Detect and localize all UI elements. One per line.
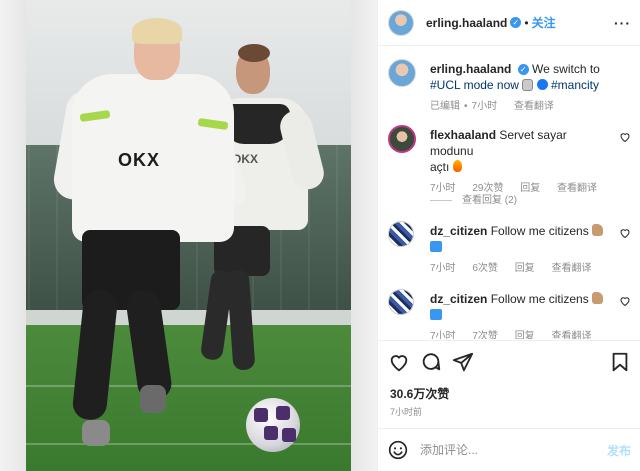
photo-edge-right xyxy=(351,0,377,471)
post-comment-button[interactable]: 发布 xyxy=(607,442,631,459)
comment-icon[interactable] xyxy=(420,351,442,373)
bookmark-icon[interactable] xyxy=(609,351,631,373)
comment-text: Follow me citizens xyxy=(490,292,589,306)
comment-username[interactable]: dz_citizen xyxy=(430,292,487,306)
comment-body: flexhaaland Servet sayar modunu açtı 7小时… xyxy=(430,127,612,197)
comment-text-cont: açtı xyxy=(430,160,450,174)
heart-icon[interactable] xyxy=(619,131,631,143)
see-translation-link[interactable]: 查看翻译 xyxy=(557,183,597,194)
see-translation-link[interactable]: 查看翻译 xyxy=(514,101,554,112)
heart-icon[interactable] xyxy=(619,295,631,307)
separator: • xyxy=(524,15,529,30)
comment-input[interactable] xyxy=(420,443,590,457)
post-header: erling.haaland ✓ • 关注 ··· xyxy=(378,0,640,46)
see-translation-link[interactable]: 查看翻译 xyxy=(551,331,591,339)
author-username[interactable]: erling.haaland xyxy=(426,16,507,30)
caption-hashtag-mancity[interactable]: #mancity xyxy=(551,78,599,92)
comment-meta: 7小时 7次赞 回复 查看翻译 xyxy=(430,329,612,339)
comment-time: 7小时 xyxy=(430,331,456,339)
comment-likes[interactable]: 7次赞 xyxy=(472,331,498,339)
comment-meta: 7小时 6次赞 回复 查看翻译 xyxy=(430,261,612,277)
see-translation-link[interactable]: 查看翻译 xyxy=(551,263,591,274)
comment-username[interactable]: flexhaaland xyxy=(430,128,496,142)
avatar[interactable] xyxy=(388,9,414,36)
blue-heart-emoji-icon xyxy=(430,241,442,252)
share-icon[interactable] xyxy=(452,351,474,373)
fire-emoji-icon xyxy=(452,160,462,172)
comment-text: Follow me citizens xyxy=(490,224,589,238)
caption-meta: 已编辑 • 7小时 查看翻译 xyxy=(430,99,612,115)
reply-button[interactable]: 回复 xyxy=(515,331,535,339)
emoji-icon[interactable] xyxy=(388,440,408,460)
flexed-arm-emoji-icon xyxy=(592,224,604,236)
follow-button[interactable]: 关注 xyxy=(532,14,556,31)
post-photo[interactable]: OKX OKX xyxy=(0,0,377,471)
shirt-logo: OKX xyxy=(118,150,161,170)
player-hair xyxy=(132,18,182,44)
edited-label: 已编辑 xyxy=(430,101,460,112)
flexed-arm-emoji-icon xyxy=(592,292,604,304)
action-bar xyxy=(388,351,631,377)
caption-text: We switch to xyxy=(532,62,600,76)
comments-list[interactable]: erling.haaland ✓ We switch to #UCL mode … xyxy=(378,47,640,339)
player-background-hair xyxy=(238,44,270,62)
blue-heart-emoji-icon xyxy=(430,309,442,320)
view-replies-button[interactable]: 查看回复 (2) xyxy=(430,191,517,206)
reply-button[interactable]: 回复 xyxy=(520,183,540,194)
caption-body: erling.haaland ✓ We switch to #UCL mode … xyxy=(430,61,612,115)
post-side-panel: erling.haaland ✓ • 关注 ··· erling.haaland… xyxy=(377,0,640,471)
football xyxy=(246,398,300,452)
heart-icon[interactable] xyxy=(619,227,631,239)
comment-composer: 发布 xyxy=(378,428,640,471)
reply-button[interactable]: 回复 xyxy=(515,263,535,274)
avatar[interactable] xyxy=(388,125,416,153)
caption-username[interactable]: erling.haaland xyxy=(430,62,511,76)
comment-item: dz_citizen Follow me citizens 7小时 6次赞 回复… xyxy=(388,221,631,281)
photo-edge-left xyxy=(0,0,26,471)
player-boot xyxy=(82,420,110,446)
post-actions: 30.6万次赞 7小时前 xyxy=(378,340,640,428)
avatar[interactable] xyxy=(388,59,416,87)
player-boot xyxy=(140,385,166,413)
posted-time[interactable]: 7小时前 xyxy=(390,405,422,418)
comment-username[interactable]: dz_citizen xyxy=(430,224,487,238)
view-replies-label[interactable]: 查看回复 (2) xyxy=(462,195,517,206)
caption-hashtag-ucl[interactable]: #UCL mode now xyxy=(430,78,519,92)
comment-body: dz_citizen Follow me citizens 7小时 7次赞 回复… xyxy=(430,291,612,339)
more-icon[interactable]: ··· xyxy=(614,15,631,31)
post-caption: erling.haaland ✓ We switch to #UCL mode … xyxy=(388,59,631,119)
likes-count[interactable]: 30.6万次赞 xyxy=(390,385,449,402)
trophy-emoji-icon xyxy=(522,79,534,91)
comment-body: dz_citizen Follow me citizens 7小时 6次赞 回复… xyxy=(430,223,612,277)
avatar[interactable] xyxy=(388,221,414,247)
comment-item: dz_citizen Follow me citizens 7小时 7次赞 回复… xyxy=(388,289,631,339)
instagram-post-window: OKX OKX erling.haaland ✓ • 关注 ··· erling… xyxy=(0,0,640,471)
verified-icon: ✓ xyxy=(510,17,522,28)
verified-icon: ✓ xyxy=(517,64,529,76)
caption-dot: • xyxy=(464,101,468,112)
comment-likes[interactable]: 6次赞 xyxy=(472,263,498,274)
avatar[interactable] xyxy=(388,289,414,315)
comment-time: 7小时 xyxy=(430,263,456,274)
heart-icon[interactable] xyxy=(388,351,410,373)
blue-circle-emoji-icon xyxy=(536,79,548,90)
caption-time: 7小时 xyxy=(471,101,498,112)
photo-grass xyxy=(0,325,377,471)
replies-divider xyxy=(430,199,452,201)
